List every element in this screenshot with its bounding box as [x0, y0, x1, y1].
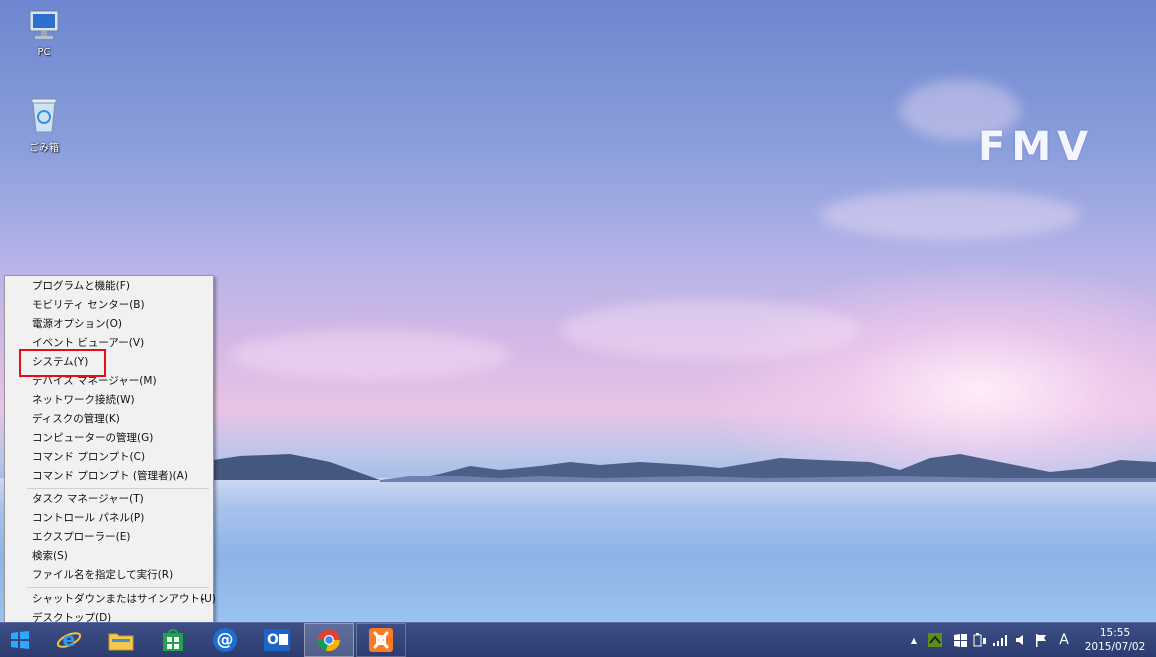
cloud	[560, 300, 860, 360]
desktop-icon-pc[interactable]: PC	[14, 8, 74, 58]
signal-bars-icon	[993, 635, 1007, 646]
menu-item-computer-management[interactable]: コンピューターの管理(G)	[5, 429, 213, 448]
tray-network-icon[interactable]	[992, 631, 1010, 649]
ime-mode-indicator[interactable]: A	[1056, 631, 1072, 649]
tray-action-center-icon[interactable]	[1034, 631, 1048, 649]
flag-icon	[1036, 633, 1046, 647]
taskbar-app-internet-explorer[interactable]: e	[44, 623, 94, 657]
clock-date: 2015/07/02	[1084, 641, 1146, 653]
windows-start-icon	[11, 631, 29, 649]
winx-context-menu: プログラムと機能(F) モビリティ センター(B) 電源オプション(O) イベン…	[4, 275, 216, 629]
xampp-icon	[369, 628, 393, 652]
taskbar-app-xampp[interactable]	[356, 623, 406, 657]
menu-item-power-options[interactable]: 電源オプション(O)	[5, 315, 213, 334]
fmv-logo: FMV	[978, 124, 1095, 170]
show-hidden-icons-button[interactable]: ▲	[908, 631, 920, 649]
svg-text:e: e	[63, 629, 76, 651]
menu-item-network-connections[interactable]: ネットワーク接続(W)	[5, 391, 213, 410]
menu-item-mobility-center[interactable]: モビリティ センター(B)	[5, 296, 213, 315]
chevron-up-icon: ▲	[910, 635, 918, 645]
menu-separator	[27, 488, 209, 489]
menu-item-label: シャットダウンまたはサインアウト(U)	[32, 593, 216, 605]
taskbar-app-outlook[interactable]: O	[252, 623, 302, 657]
tray-windows-icon[interactable]	[952, 631, 968, 649]
tray-battery-icon[interactable]	[972, 631, 988, 649]
menu-item-shutdown-signout[interactable]: シャットダウンまたはサインアウト(U) ▸	[5, 590, 216, 609]
menu-item-control-panel[interactable]: コントロール パネル(P)	[5, 509, 213, 528]
speaker-icon	[1016, 635, 1023, 645]
nvidia-tray-icon	[928, 633, 942, 647]
start-button[interactable]	[0, 623, 40, 657]
taskbar-app-store[interactable]	[148, 623, 198, 657]
menu-item-programs-features[interactable]: プログラムと機能(F)	[5, 277, 213, 296]
submenu-arrow-icon: ▸	[201, 595, 205, 603]
menu-item-file-explorer[interactable]: エクスプローラー(E)	[5, 528, 213, 547]
outlook-icon: O	[264, 629, 290, 651]
menu-item-disk-management[interactable]: ディスクの管理(K)	[5, 410, 213, 429]
taskbar: e @ O ▲ A 15:55 2015/07/02	[0, 622, 1156, 657]
highlight-box-system	[19, 349, 106, 377]
menu-separator	[27, 587, 209, 588]
windows-tray-icon	[953, 633, 967, 647]
desktop-icon-label: ごみ箱	[29, 143, 59, 154]
file-explorer-icon	[108, 633, 134, 651]
recycle-bin-icon	[31, 98, 57, 133]
menu-item-command-prompt[interactable]: コマンド プロンプト(C)	[5, 448, 213, 467]
clock-time: 15:55	[1099, 627, 1131, 639]
internet-explorer-icon: e	[56, 629, 82, 651]
menu-item-run[interactable]: ファイル名を指定して実行(R)	[5, 566, 213, 585]
menu-item-command-prompt-admin[interactable]: コマンド プロンプト (管理者)(A)	[5, 467, 213, 486]
taskbar-app-file-explorer[interactable]	[96, 623, 146, 657]
store-icon	[163, 629, 183, 651]
clock[interactable]: 15:55 2015/07/02	[1080, 626, 1150, 654]
cloud	[820, 190, 1080, 240]
desktop-icon-label: PC	[37, 47, 51, 58]
pc-monitor-icon	[29, 10, 59, 39]
mail-icon: @	[213, 628, 237, 652]
outlook-glyph: O	[267, 632, 279, 648]
taskbar-app-chrome[interactable]	[304, 623, 354, 657]
tray-app-icon[interactable]	[926, 631, 944, 649]
cloud	[230, 330, 510, 380]
chrome-icon	[318, 629, 340, 652]
mail-glyph: @	[216, 629, 234, 650]
taskbar-app-mail[interactable]: @	[200, 623, 250, 657]
tray-volume-icon[interactable]	[1014, 631, 1028, 649]
menu-item-search[interactable]: 検索(S)	[5, 547, 213, 566]
desktop-icon-recycle-bin[interactable]: ごみ箱	[14, 96, 74, 154]
battery-plug-icon	[973, 633, 986, 647]
menu-item-task-manager[interactable]: タスク マネージャー(T)	[5, 490, 213, 509]
